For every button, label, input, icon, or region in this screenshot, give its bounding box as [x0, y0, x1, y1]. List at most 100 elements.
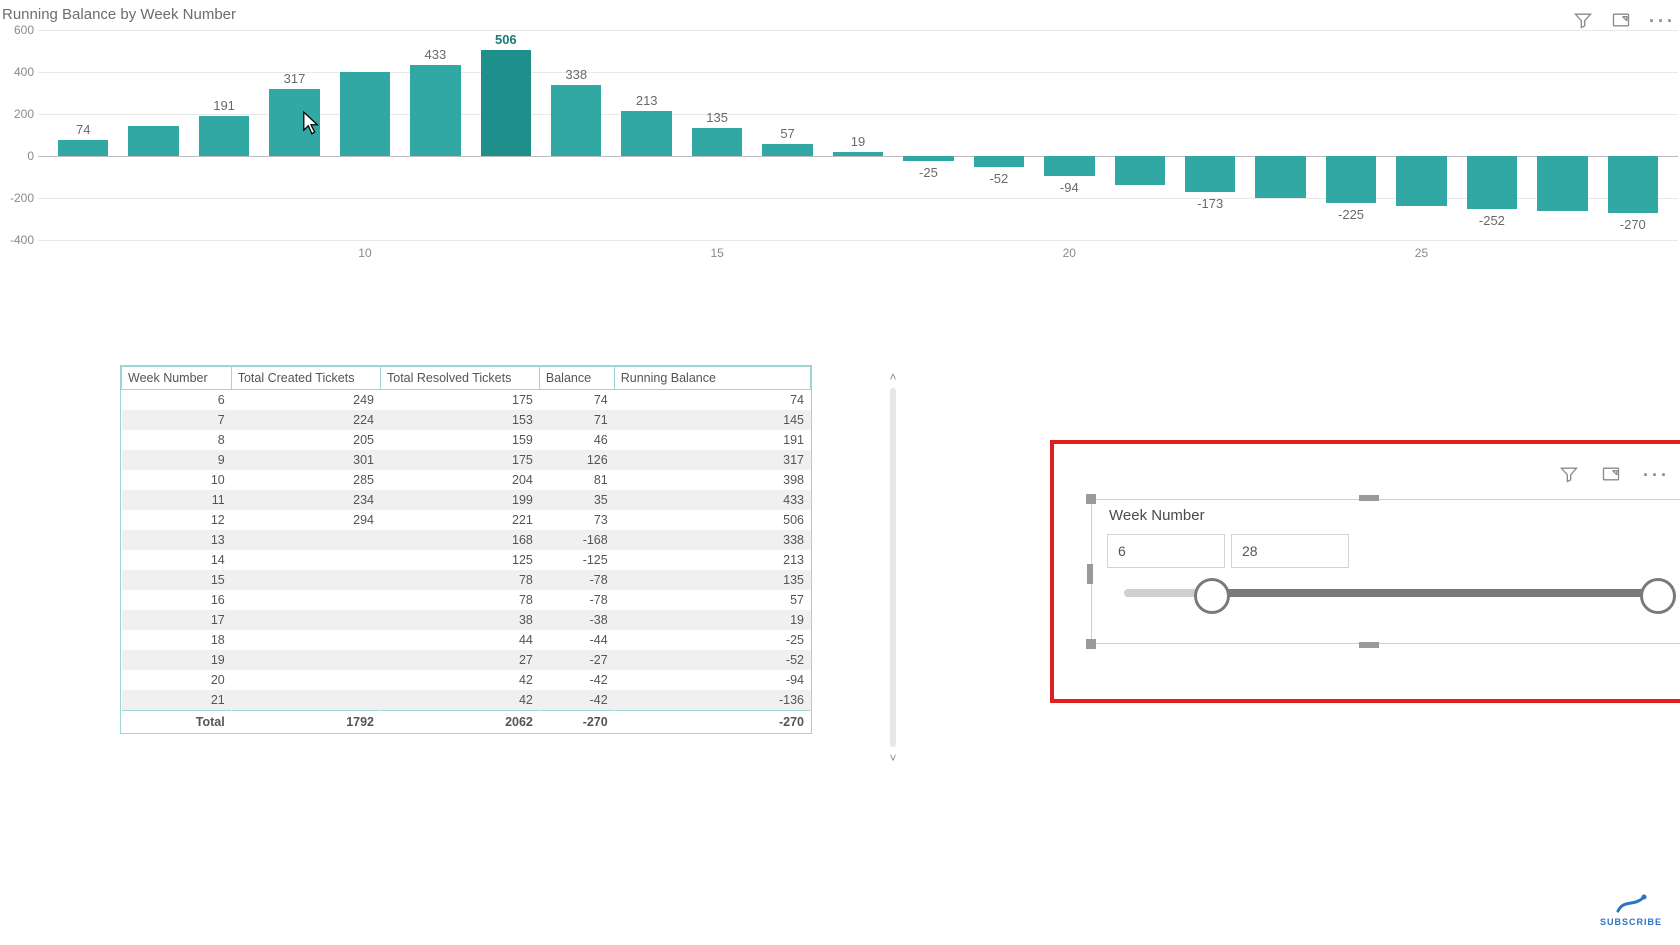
table-row[interactable]: 1028520481398 [122, 470, 811, 490]
bar-week-24[interactable] [1326, 156, 1376, 203]
bar-week-8[interactable] [199, 116, 249, 156]
table-row[interactable]: 1927-27-52 [122, 650, 811, 670]
scroll-up-icon[interactable]: ˄ [885, 370, 901, 384]
table-header[interactable]: Running Balance [614, 367, 810, 390]
table-cell: 126 [539, 450, 614, 470]
bar-label: -252 [1479, 213, 1505, 228]
bar-week-13[interactable] [551, 85, 601, 156]
table-cell: 15 [122, 570, 232, 590]
bar-week-27[interactable] [1537, 156, 1587, 211]
bar-week-12[interactable] [481, 50, 531, 156]
bar-week-23[interactable] [1255, 156, 1305, 198]
bar-week-6[interactable] [58, 140, 108, 156]
bar-week-11[interactable] [410, 65, 460, 156]
bar-week-7[interactable] [128, 126, 178, 156]
table-cell: 191 [614, 430, 810, 450]
table-row[interactable]: 2042-42-94 [122, 670, 811, 690]
bar-label: 191 [213, 98, 235, 113]
table-row[interactable]: 1678-7857 [122, 590, 811, 610]
resize-handle-s[interactable] [1359, 642, 1379, 648]
table-cell: 6 [122, 390, 232, 411]
table-row[interactable]: 13168-168338 [122, 530, 811, 550]
table-cell: 19 [122, 650, 232, 670]
bar-week-28[interactable] [1608, 156, 1658, 213]
bar-week-16[interactable] [762, 144, 812, 156]
table-row[interactable]: 1738-3819 [122, 610, 811, 630]
table-cell: 224 [231, 410, 380, 430]
table-cell: -27 [539, 650, 614, 670]
bar-week-20[interactable] [1044, 156, 1094, 176]
table-cell: 16 [122, 590, 232, 610]
table-header[interactable]: Week Number [122, 367, 232, 390]
table-header[interactable]: Total Created Tickets [231, 367, 380, 390]
bar-week-19[interactable] [974, 156, 1024, 167]
y-axis-tick: 200 [2, 107, 34, 121]
scroll-down-icon[interactable]: ˅ [885, 751, 901, 765]
table-cell: 506 [614, 510, 810, 530]
table-cell: 294 [231, 510, 380, 530]
bar-week-9[interactable] [269, 89, 319, 156]
x-axis-tick: 20 [1063, 246, 1076, 260]
table-cell: 168 [381, 530, 540, 550]
scroll-track[interactable] [890, 388, 896, 747]
slider-thumb-min[interactable] [1194, 578, 1230, 614]
table-cell: 35 [539, 490, 614, 510]
table-row[interactable]: 9301175126317 [122, 450, 811, 470]
more-options-icon[interactable]: ··· [1643, 465, 1670, 486]
chart-plot-area[interactable]: -400-20002004006007419131743350633821313… [38, 30, 1678, 260]
table-cell [231, 690, 380, 711]
resize-handle-w[interactable] [1087, 564, 1093, 584]
table-row[interactable]: 2142-42-136 [122, 690, 811, 711]
table-cell: 175 [381, 390, 540, 411]
table-cell: 74 [614, 390, 810, 411]
table-cell: 8 [122, 430, 232, 450]
filter-icon[interactable] [1559, 464, 1579, 487]
table-visual: Week NumberTotal Created TicketsTotal Re… [120, 365, 812, 734]
slicer-min-input[interactable] [1107, 534, 1225, 568]
bar-week-26[interactable] [1467, 156, 1517, 209]
table-cell: 44 [381, 630, 540, 650]
table-cell: 135 [614, 570, 810, 590]
table-cell: 13 [122, 530, 232, 550]
table-row[interactable]: 1123419935433 [122, 490, 811, 510]
table-row[interactable]: 1578-78135 [122, 570, 811, 590]
table-cell: 199 [381, 490, 540, 510]
bar-week-15[interactable] [692, 128, 742, 156]
resize-handle-n[interactable] [1359, 495, 1379, 501]
table-header[interactable]: Balance [539, 367, 614, 390]
slider-thumb-max[interactable] [1640, 578, 1676, 614]
focus-mode-icon[interactable] [1601, 464, 1621, 487]
resize-handle-nw[interactable] [1086, 494, 1096, 504]
table-cell: 175 [381, 450, 540, 470]
more-options-icon[interactable]: ··· [1649, 11, 1676, 32]
table-row[interactable]: 820515946191 [122, 430, 811, 450]
table-row[interactable]: 14125-125213 [122, 550, 811, 570]
bar-week-14[interactable] [621, 111, 671, 156]
table-row[interactable]: 722415371145 [122, 410, 811, 430]
bar-label: 74 [76, 122, 90, 137]
y-axis-tick: 600 [2, 23, 34, 37]
table-cell: 14 [122, 550, 232, 570]
bar-week-25[interactable] [1396, 156, 1446, 206]
table-row[interactable]: 62491757474 [122, 390, 811, 411]
bar-week-10[interactable] [340, 72, 390, 156]
bar-week-17[interactable] [833, 152, 883, 156]
table-total-cell: -270 [539, 711, 614, 734]
bar-week-22[interactable] [1185, 156, 1235, 192]
table-row[interactable]: 1844-44-25 [122, 630, 811, 650]
table-cell: 145 [614, 410, 810, 430]
bar-week-21[interactable] [1115, 156, 1165, 185]
x-axis-tick: 25 [1415, 246, 1428, 260]
table-scrollbar[interactable]: ˄ ˅ [885, 370, 901, 765]
bar-week-18[interactable] [903, 156, 953, 161]
table-cell: 57 [614, 590, 810, 610]
slicer-visual-selected[interactable]: ··· Week Number [1050, 440, 1680, 703]
slicer-title: Week Number [1109, 507, 1205, 524]
resize-handle-sw[interactable] [1086, 639, 1096, 649]
table-row[interactable]: 1229422173506 [122, 510, 811, 530]
bar-label: 57 [780, 126, 794, 141]
table-header[interactable]: Total Resolved Tickets [381, 367, 540, 390]
x-axis-tick: 15 [710, 246, 723, 260]
table-cell: 125 [381, 550, 540, 570]
slicer-max-input[interactable] [1231, 534, 1349, 568]
